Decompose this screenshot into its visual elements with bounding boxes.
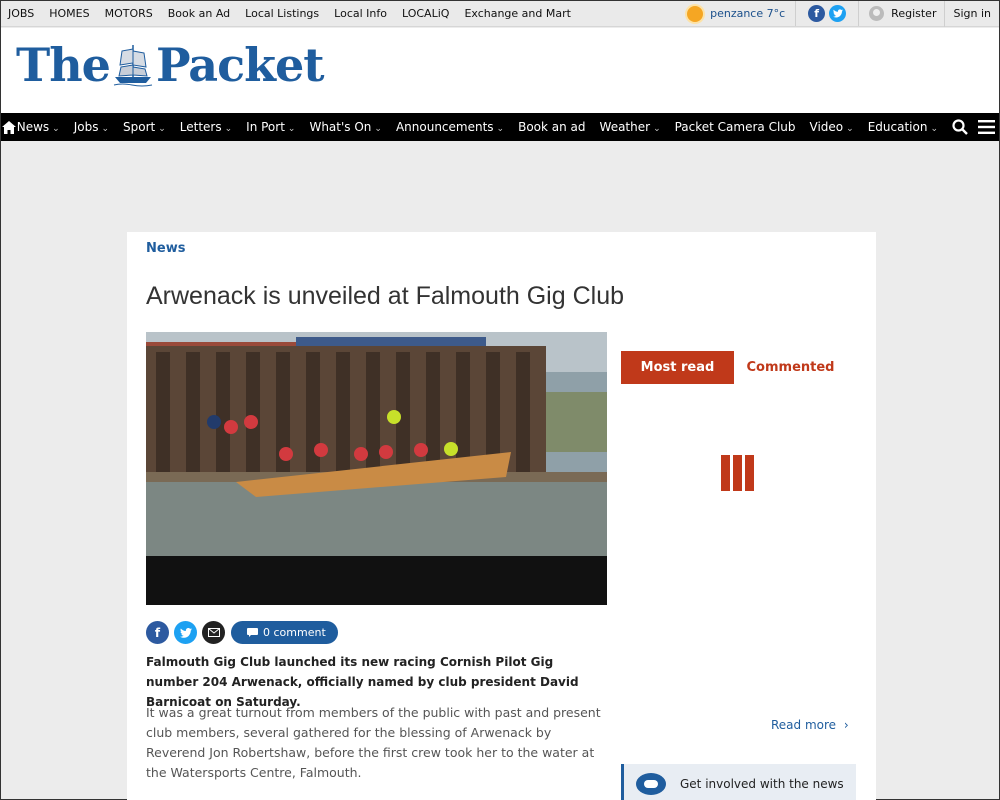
loader-bar: [745, 455, 754, 491]
twitter-share-icon[interactable]: [174, 621, 197, 644]
top-link-exchange-and-mart[interactable]: Exchange and Mart: [464, 7, 571, 20]
article-card: News Arwenack is unveiled at Falmouth Gi…: [127, 232, 876, 800]
nav-item-packet-camera-club[interactable]: Packet Camera Club: [675, 120, 796, 134]
nav-item-education[interactable]: Education ⌄: [868, 120, 938, 134]
top-link-book-an-ad[interactable]: Book an Ad: [168, 7, 230, 20]
nav-item-jobs[interactable]: Jobs ⌄: [74, 120, 109, 134]
nav-item-label: Letters: [179, 120, 222, 134]
nav-item-sport[interactable]: Sport ⌄: [123, 120, 166, 134]
nav-item-announcements[interactable]: Announcements ⌄: [396, 120, 504, 134]
social-links: f: [796, 1, 860, 26]
nav-item-label: Jobs: [73, 120, 99, 134]
article-photo[interactable]: [146, 332, 607, 605]
comment-icon: [247, 628, 258, 637]
top-utility-bar: JOBS HOMES MOTORS Book an Ad Local Listi…: [1, 0, 999, 27]
share-bar: f 0 comment: [146, 621, 338, 644]
weather-widget[interactable]: penzance 7°c: [681, 1, 797, 26]
nav-item-label: Book an ad: [518, 120, 586, 134]
article-body-paragraph: It was a great turnout from members of t…: [146, 705, 601, 780]
nav-item-label: In Port: [246, 120, 285, 134]
email-share-icon[interactable]: [202, 621, 225, 644]
nav-item-label: What's On: [309, 120, 372, 134]
chevron-down-icon: ⌄: [846, 124, 854, 134]
twitter-icon[interactable]: [829, 5, 847, 22]
read-more-label: Read more: [771, 718, 837, 732]
facebook-share-icon[interactable]: f: [146, 621, 169, 644]
top-link-local-listings[interactable]: Local Listings: [245, 7, 319, 20]
most-read-tabs: Most read Commented: [621, 351, 847, 384]
menu-icon[interactable]: [978, 120, 995, 134]
user-avatar-icon: [869, 6, 885, 21]
nav-item-label: News: [16, 120, 50, 134]
tab-commented[interactable]: Commented: [734, 351, 847, 384]
site-logo[interactable]: The Packet: [16, 38, 325, 92]
read-more-link[interactable]: Read more ›: [771, 718, 849, 732]
top-link-motors[interactable]: MOTORS: [105, 7, 153, 20]
weather-text: penzance 7°c: [710, 7, 786, 20]
chevron-down-icon: ⌄: [52, 124, 60, 134]
get-involved-text: Get involved with the news: [680, 777, 844, 791]
masthead: The Packet: [1, 28, 999, 113]
top-link-localiq[interactable]: LOCALiQ: [402, 7, 449, 20]
chevron-down-icon: ⌄: [653, 124, 661, 134]
comment-button[interactable]: 0 comment: [231, 621, 338, 644]
chevron-down-icon: ⌄: [930, 124, 938, 134]
nav-item-letters[interactable]: Letters ⌄: [180, 120, 232, 134]
account-links: Register Sign in: [859, 0, 999, 27]
top-link-jobs[interactable]: JOBS: [8, 7, 34, 20]
divider: [944, 0, 946, 27]
loading-spinner: [721, 455, 757, 491]
ship-logo-icon: [112, 41, 154, 89]
chevron-down-icon: ⌄: [101, 124, 109, 134]
search-icon[interactable]: [952, 119, 968, 135]
nav-item-book-an-ad[interactable]: Book an ad: [518, 120, 585, 134]
nav-item-label: Sport: [123, 120, 156, 134]
top-link-homes[interactable]: HOMES: [49, 7, 89, 20]
article-headline: Arwenack is unveiled at Falmouth Gig Clu…: [146, 282, 625, 310]
top-links: JOBS HOMES MOTORS Book an Ad Local Listi…: [1, 7, 586, 20]
nav-tools: [952, 119, 999, 135]
nav-item-label: Weather: [599, 120, 651, 134]
chevron-right-icon: ›: [843, 718, 849, 732]
register-link[interactable]: Register: [891, 7, 936, 20]
nav-item-weather[interactable]: Weather ⌄: [600, 120, 661, 134]
chevron-down-icon: ⌄: [496, 124, 505, 134]
nav-item-video[interactable]: Video ⌄: [810, 120, 854, 134]
chevron-down-icon: ⌄: [158, 124, 166, 134]
main-nav: News ⌄ Jobs ⌄ Sport ⌄ Letters ⌄ In Port ⌄ Wha…: [1, 113, 999, 141]
loader-bar: [721, 455, 730, 491]
facebook-icon[interactable]: f: [808, 5, 826, 22]
article-section-link[interactable]: News: [146, 241, 185, 256]
signin-link[interactable]: Sign in: [953, 7, 991, 20]
get-involved-banner[interactable]: Get involved with the news: [621, 764, 856, 800]
chevron-down-icon: ⌄: [287, 124, 296, 134]
tab-most-read[interactable]: Most read: [621, 351, 734, 384]
chevron-down-icon: ⌄: [374, 124, 382, 134]
nav-item-label: Packet Camera Club: [674, 120, 796, 134]
nav-item-label: Video: [809, 120, 844, 134]
nav-item-whats-on[interactable]: What's On ⌄: [309, 120, 382, 134]
nav-item-news[interactable]: News ⌄: [17, 120, 60, 134]
loader-bar: [733, 455, 742, 491]
nav-item-label: Education: [867, 120, 928, 134]
comment-count: 0 comment: [263, 626, 326, 639]
nav-item-label: Announcements: [395, 120, 494, 134]
top-right: penzance 7°c f Register Sign in: [681, 0, 999, 27]
nav-item-in-port[interactable]: In Port ⌄: [246, 120, 295, 134]
chevron-down-icon: ⌄: [224, 124, 233, 134]
chat-bubble-icon: [636, 773, 666, 795]
sun-icon: [687, 5, 704, 22]
top-link-local-info[interactable]: Local Info: [334, 7, 387, 20]
home-icon[interactable]: [1, 113, 17, 141]
